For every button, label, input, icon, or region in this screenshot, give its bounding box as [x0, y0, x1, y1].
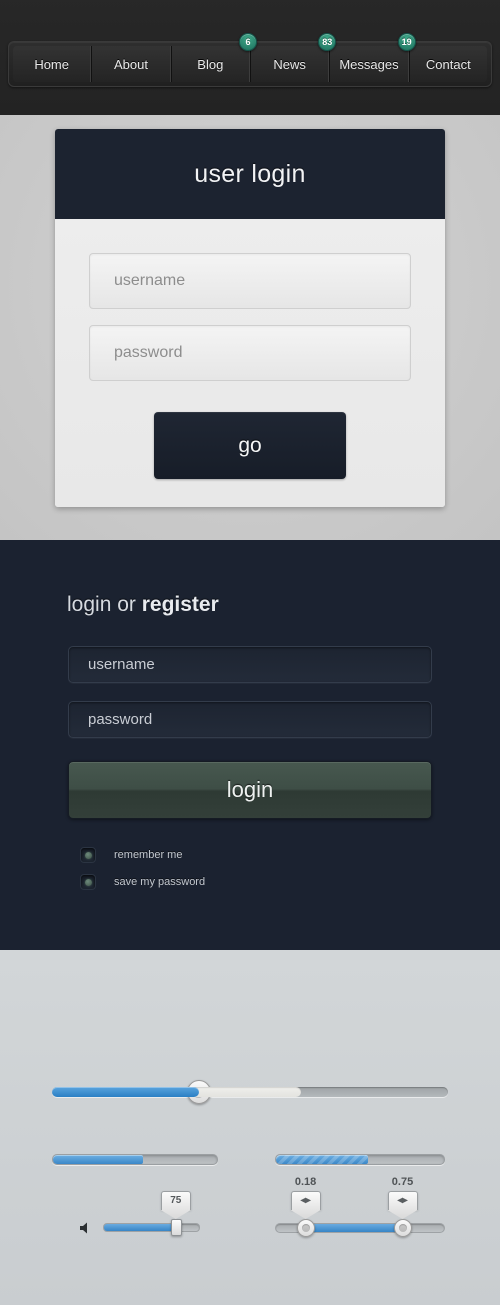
- nav-badge-messages: 19: [397, 33, 416, 51]
- login-register-title: login or register: [67, 593, 219, 617]
- user-login-section: user login go: [0, 115, 500, 540]
- progress-bar-solid-fill: [53, 1155, 144, 1164]
- media-slider-fill: [52, 1087, 199, 1097]
- nav-item-blog[interactable]: Blog 6: [170, 33, 257, 82]
- login-register-title-strong: register: [141, 593, 219, 616]
- range-slider-handle-low[interactable]: [296, 1219, 315, 1237]
- password-input[interactable]: [89, 325, 411, 381]
- volume-tooltip-value: 75: [160, 1191, 191, 1210]
- progress-bar-striped-fill: [276, 1155, 369, 1164]
- nav-item-label: News: [273, 56, 306, 72]
- remember-me-label: remember me: [114, 849, 183, 861]
- media-progress-slider[interactable]: [52, 1080, 448, 1104]
- left-right-arrow-icon: ◂▸: [397, 1195, 408, 1206]
- login-register-title-prefix: login or: [67, 593, 142, 616]
- progress-bar-solid: [52, 1154, 218, 1165]
- range-tooltip-high: 0.75 ◂▸: [387, 1176, 418, 1219]
- range-tooltip-low-tail: [290, 1210, 321, 1219]
- nav-item-messages[interactable]: Messages 19: [329, 33, 416, 82]
- range-tooltip-low: 0.18 ◂▸: [290, 1176, 321, 1219]
- checkbox-dot-icon: [84, 878, 92, 886]
- nav-section: Home About Blog 6 News 83 Messages 19 Co…: [0, 0, 500, 115]
- username-input[interactable]: [89, 253, 411, 309]
- nav-item-label: About: [114, 56, 148, 72]
- range-slider[interactable]: 0.18 ◂▸ 0.75 ◂▸: [275, 1176, 445, 1237]
- nav-item-label: Contact: [425, 56, 471, 72]
- range-tooltip-high-value: 0.75: [391, 1176, 414, 1188]
- user-login-form: go: [55, 219, 445, 507]
- login-register-section: login or register: [0, 540, 500, 950]
- volume-slider-fill: [104, 1224, 175, 1231]
- volume-tooltip: 75: [160, 1191, 191, 1219]
- speaker-icon[interactable]: [79, 1221, 93, 1235]
- save-password-checkbox[interactable]: [80, 874, 96, 890]
- nav-badge-blog: 6: [238, 33, 257, 51]
- nav-item-label: Home: [34, 56, 69, 72]
- nav-item-news[interactable]: News 83: [249, 33, 337, 82]
- checkbox-dot-icon: [84, 851, 92, 859]
- left-right-arrow-icon: ◂▸: [300, 1195, 311, 1206]
- remember-me-row[interactable]: remember me: [80, 847, 182, 863]
- range-slider-handle-high[interactable]: [393, 1219, 412, 1237]
- user-login-title: user login: [55, 129, 445, 219]
- nav-item-home[interactable]: Home: [13, 46, 92, 82]
- save-password-row[interactable]: save my password: [80, 874, 205, 890]
- range-tooltip-high-tail: [387, 1210, 418, 1219]
- volume-slider[interactable]: 75: [103, 1191, 200, 1236]
- nav-item-contact[interactable]: Contact: [408, 46, 487, 82]
- volume-tooltip-tail: [160, 1210, 191, 1219]
- volume-slider-handle[interactable]: [170, 1219, 182, 1236]
- user-login-card: user login go: [55, 129, 445, 507]
- dark-username-input[interactable]: [68, 646, 432, 683]
- progress-bar-striped: [275, 1154, 445, 1165]
- remember-me-checkbox[interactable]: [80, 847, 96, 863]
- go-button[interactable]: go: [154, 412, 346, 479]
- nav-item-label: Messages: [339, 56, 399, 72]
- range-slider-fill: [305, 1224, 403, 1232]
- ui-kit-page: Home About Blog 6 News 83 Messages 19 Co…: [0, 0, 500, 1305]
- dark-login-button[interactable]: login: [68, 761, 432, 819]
- range-tooltip-low-body: ◂▸: [290, 1191, 321, 1210]
- save-password-label: save my password: [114, 876, 206, 888]
- nav-item-about[interactable]: About: [91, 46, 171, 82]
- main-navigation: Home About Blog 6 News 83 Messages 19 Co…: [8, 33, 492, 87]
- range-tooltip-high-body: ◂▸: [387, 1191, 418, 1210]
- range-tooltip-low-value: 0.18: [294, 1176, 317, 1188]
- sliders-section: [0, 950, 500, 1305]
- nav-item-label: Blog: [197, 56, 224, 72]
- dark-password-input[interactable]: [68, 701, 432, 738]
